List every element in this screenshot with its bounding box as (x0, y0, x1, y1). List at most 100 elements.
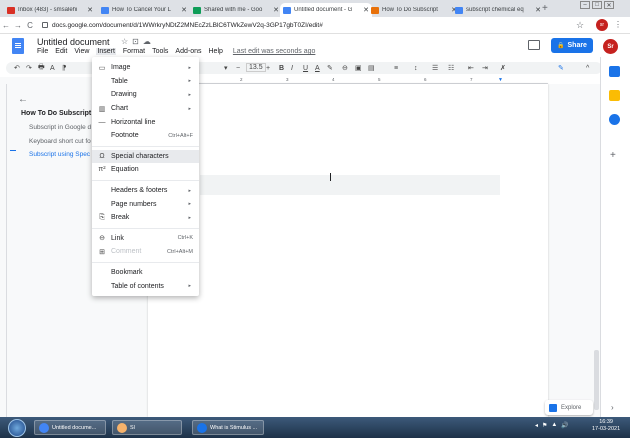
italic-button[interactable]: I (291, 62, 293, 74)
bookmark-star-icon[interactable]: ☆ (576, 20, 584, 31)
close-tab-icon[interactable]: ✕ (181, 6, 187, 14)
forward-button[interactable]: → (12, 21, 24, 30)
menu-item-headers-footers[interactable]: Headers & footers ▸ (92, 184, 199, 198)
move-folder-icon[interactable]: ⊡ (132, 37, 139, 46)
star-icon[interactable]: ☆ (121, 37, 128, 46)
outline-item[interactable]: Subscript in Google d (29, 124, 91, 131)
scrollbar-thumb[interactable] (594, 350, 599, 410)
menu-insert[interactable]: Insert (96, 48, 116, 55)
clear-formatting-icon[interactable]: ✗ (500, 62, 506, 74)
outline-item-active[interactable]: Subscript using Spec (29, 151, 90, 158)
font-size-field[interactable]: 13.5 (246, 63, 266, 72)
insert-image-icon[interactable]: ▤ (368, 62, 375, 74)
action-center-icon[interactable]: ⚑ (542, 422, 547, 429)
menu-tools[interactable]: Tools (152, 48, 168, 55)
menu-item-bookmark[interactable]: Bookmark (92, 266, 199, 280)
close-tab-icon[interactable]: ✕ (87, 6, 93, 14)
taskbar-app-button[interactable]: Sl (112, 420, 182, 435)
show-hidden-icons-icon[interactable]: ◂ (535, 422, 538, 429)
menu-edit[interactable]: Edit (55, 48, 67, 55)
underline-button[interactable]: U (303, 62, 308, 74)
taskbar-app-button[interactable]: Untitled docume... (34, 420, 106, 435)
chevron-down-icon[interactable]: ▾ (224, 62, 228, 74)
minimize-button[interactable]: – (580, 1, 590, 9)
close-tab-icon[interactable]: ✕ (535, 6, 541, 14)
browser-tab[interactable]: How To Do Subscript✕ (368, 3, 460, 17)
close-outline-icon[interactable]: ← (18, 94, 28, 105)
keep-icon[interactable] (609, 90, 620, 101)
browser-tab[interactable]: subscript chemical eq ✕ (452, 3, 544, 17)
menu-item-drawing[interactable]: Drawing ▸ (92, 88, 199, 102)
browser-tab[interactable]: Untitled document - G ✕ (280, 3, 372, 17)
bold-button[interactable]: B (279, 62, 284, 74)
close-window-button[interactable]: ✕ (604, 1, 614, 9)
get-addons-icon[interactable]: + (610, 150, 616, 161)
menu-item-horizontal-line[interactable]: — Horizontal line (92, 115, 199, 129)
calendar-icon[interactable] (609, 66, 620, 77)
browser-profile-button[interactable]: sr (596, 19, 608, 31)
menu-format[interactable]: Format (123, 48, 145, 55)
menu-item-equation[interactable]: π² Equation (92, 163, 199, 177)
menu-view[interactable]: View (74, 48, 89, 55)
horizontal-ruler[interactable]: 1 2 3 4 5 6 7 ▼ (148, 77, 548, 84)
taskbar-app-button[interactable]: What is Stimulus ... (192, 420, 264, 435)
document-title[interactable]: Untitled document (37, 37, 110, 47)
outline-heading[interactable]: How To Do Subscript (21, 110, 91, 117)
editing-mode-icon[interactable]: ✎ (558, 62, 564, 74)
menu-item-page-numbers[interactable]: Page numbers ▸ (92, 197, 199, 211)
add-comment-icon[interactable]: ▣ (355, 62, 362, 74)
volume-icon[interactable]: 🔊 (561, 422, 568, 429)
url-field[interactable]: docs.google.com/document/d/1WWrkryNDtZ2M… (42, 22, 323, 29)
font-size-increase-button[interactable]: + (266, 62, 270, 74)
checklist-icon[interactable]: ☰ (432, 62, 438, 74)
menu-help[interactable]: Help (209, 48, 223, 55)
menu-item-footnote[interactable]: Footnote Ctrl+Alt+F (92, 129, 199, 143)
menu-item-chart[interactable]: ▥ Chart ▸ (92, 102, 199, 116)
browser-tab[interactable]: Inbox (483) - smsalehi ✕ (4, 3, 96, 17)
menu-item-link[interactable]: ⊖ Link Ctrl+K (92, 232, 199, 246)
start-button[interactable] (8, 419, 26, 437)
outline-item[interactable]: Keyboard short cut fo (29, 138, 91, 145)
new-tab-button[interactable]: + (542, 3, 548, 14)
maximize-button[interactable]: □ (592, 1, 602, 9)
menu-item-table[interactable]: Table ▸ (92, 75, 199, 89)
collapse-menu-icon[interactable]: ^ (586, 62, 589, 74)
decrease-indent-icon[interactable]: ⇤ (468, 62, 474, 74)
last-edit-link[interactable]: Last edit was seconds ago (233, 48, 316, 55)
back-button[interactable]: ← (0, 21, 12, 30)
paint-format-icon[interactable]: ⁋ (62, 62, 66, 74)
menu-item-table-of-contents[interactable]: Table of contents ▸ (92, 279, 199, 293)
share-button[interactable]: 🔒 Share (551, 38, 593, 53)
reload-button[interactable]: C (24, 21, 36, 30)
increase-indent-icon[interactable]: ⇥ (482, 62, 488, 74)
link-icon[interactable]: ⊖ (342, 62, 348, 74)
expand-panel-icon[interactable]: › (611, 403, 614, 412)
menu-item-image[interactable]: ▭ Image ▸ (92, 61, 199, 75)
menu-addons[interactable]: Add-ons (175, 48, 201, 55)
spellcheck-icon[interactable]: A (50, 62, 55, 74)
font-size-decrease-button[interactable]: − (236, 62, 240, 74)
vertical-ruler[interactable] (0, 84, 7, 417)
menu-item-special-characters[interactable]: Ω Special characters (92, 149, 199, 164)
undo-icon[interactable]: ↶ (14, 62, 20, 74)
network-icon[interactable]: ▲ (551, 422, 557, 429)
document-page[interactable] (148, 84, 548, 417)
redo-icon[interactable]: ↷ (26, 62, 32, 74)
browser-menu-icon[interactable]: ⋮ (614, 20, 622, 29)
menu-item-break[interactable]: ⎘ Break ▸ (92, 211, 199, 225)
comment-history-icon[interactable] (528, 40, 540, 50)
align-icon[interactable]: ≡ (394, 62, 398, 74)
print-icon[interactable]: 🖶 (38, 62, 45, 74)
bulleted-list-icon[interactable]: ☷ (448, 62, 454, 74)
menu-file[interactable]: File (37, 48, 48, 55)
text-color-button[interactable]: A (315, 62, 320, 74)
browser-tab[interactable]: Shared with me - Goo ✕ (190, 3, 282, 17)
avatar[interactable]: Sr (603, 39, 618, 54)
docs-logo-icon[interactable] (12, 38, 24, 54)
close-tab-icon[interactable]: ✕ (273, 6, 279, 14)
taskbar-clock[interactable]: 16:39 17-03-2021 (592, 419, 620, 433)
highlight-icon[interactable]: ✎ (327, 62, 333, 74)
browser-tab[interactable]: How To Cancel Your L ✕ (98, 3, 190, 17)
explore-button[interactable]: Explore (545, 400, 593, 415)
tasks-icon[interactable] (609, 114, 620, 125)
